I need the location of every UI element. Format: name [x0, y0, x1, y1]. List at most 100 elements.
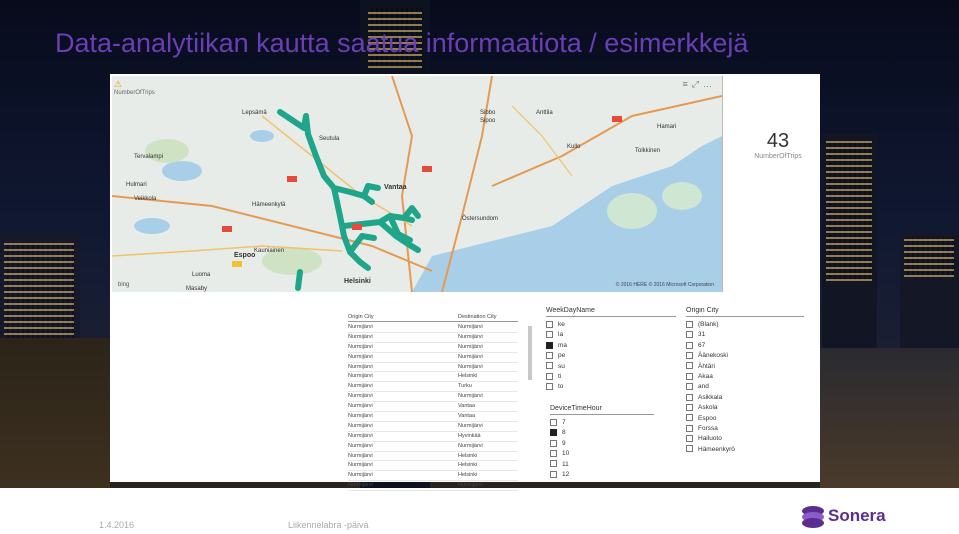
slicer-item-label: to: [558, 383, 564, 391]
checkbox[interactable]: [550, 418, 557, 426]
slicer-item-label: 67: [698, 341, 706, 349]
slicer-item-label: 10: [562, 450, 570, 458]
table-cell-origin: Nurmijärvi: [348, 392, 458, 403]
map-visual[interactable]: ⚠ NumberOfTrips ≡⤢… Lepsämä Seutula Sibb…: [112, 76, 723, 292]
map-place: Lepsämä: [242, 110, 267, 116]
map-place: Vantaa: [384, 184, 407, 191]
checkbox[interactable]: [546, 351, 553, 359]
table-cell-destination: Nurmijärvi: [458, 363, 518, 373]
slicer-item-label: (Blank): [698, 321, 719, 328]
checkbox[interactable]: [686, 414, 693, 422]
slicer-item-label: 8: [562, 429, 566, 437]
footer-date: 1.4.2016: [99, 520, 135, 530]
slicer-item[interactable]: Askola: [686, 403, 804, 413]
checkbox[interactable]: [546, 341, 553, 349]
checkbox[interactable]: [686, 393, 693, 401]
slicer-item-label: Äänekoski: [698, 352, 728, 360]
table-cell-origin: Nurmijärvi: [348, 382, 458, 393]
slicer-item[interactable]: 10: [550, 449, 654, 459]
table-cell-destination: Nurmijärvi: [458, 323, 518, 333]
slicer-item-label: ti: [558, 372, 562, 380]
checkbox[interactable]: [686, 351, 693, 359]
table-cell-origin: Nurmijärvi: [348, 402, 458, 413]
checkbox[interactable]: [686, 424, 693, 432]
slicer-item[interactable]: Äänekoski: [686, 351, 804, 361]
table-cell-origin: Nurmijärvi: [348, 372, 458, 383]
slicer-item[interactable]: 67: [686, 341, 804, 351]
slicer-item[interactable]: Forssa: [686, 424, 804, 434]
checkbox[interactable]: [550, 460, 557, 468]
checkbox[interactable]: [686, 331, 693, 339]
checkbox[interactable]: [550, 470, 557, 478]
checkbox[interactable]: [686, 341, 693, 349]
checkbox[interactable]: [546, 372, 553, 380]
slicer-title: WeekDayName: [546, 307, 676, 317]
checkbox[interactable]: [546, 362, 553, 370]
slicer-item[interactable]: 8: [550, 428, 654, 438]
slicer-title: DeviceTimeHour: [550, 405, 654, 415]
slicer-item-label: la: [558, 331, 564, 339]
card-value: 43: [766, 130, 790, 152]
kpi-card: 43 NumberOfTrips: [740, 130, 816, 160]
map-place: Kauniainen: [254, 248, 285, 254]
slicer-item[interactable]: su: [546, 362, 676, 372]
slicer-item[interactable]: Akaa: [686, 372, 804, 382]
report-panel: ⚠ NumberOfTrips ≡⤢… Lepsämä Seutula Sibb…: [110, 74, 820, 492]
slicer-item[interactable]: to: [546, 382, 676, 392]
checkbox[interactable]: [686, 435, 693, 443]
sonera-logo-icon: [802, 506, 824, 528]
map-toolbar[interactable]: ≡⤢…: [683, 79, 716, 90]
slicer-item[interactable]: and: [686, 382, 804, 392]
slicer-item[interactable]: 7: [550, 418, 654, 428]
checkbox[interactable]: [686, 362, 693, 370]
table-cell-destination: Vantaa: [458, 402, 518, 413]
checkbox[interactable]: [546, 331, 553, 339]
checkbox[interactable]: [546, 383, 553, 391]
map-attribution: © 2016 HERE © 2016 Microsoft Corporation: [615, 282, 714, 288]
table-cell-destination: Vantaa: [458, 412, 518, 422]
slicer-item-label: Akaa: [698, 372, 713, 380]
table-cell-origin: Nurmijärvi: [348, 363, 458, 373]
slicer-item[interactable]: la: [546, 330, 676, 340]
checkbox[interactable]: [546, 320, 553, 328]
checkbox[interactable]: [686, 383, 693, 391]
slicer-item[interactable]: Asikkala: [686, 393, 804, 403]
table-cell-destination: Nurmijärvi: [458, 392, 518, 403]
slicer-item[interactable]: ke: [546, 320, 676, 330]
slicer-item[interactable]: 12: [550, 470, 654, 480]
map-place: Hämeenkylä: [252, 202, 286, 208]
slicer-item[interactable]: 11: [550, 460, 654, 470]
slicer-item[interactable]: Hämeenkyrö: [686, 445, 804, 455]
checkbox[interactable]: [550, 429, 557, 437]
table-scrollbar[interactable]: [528, 326, 532, 380]
checkbox[interactable]: [686, 372, 693, 380]
slicer-item[interactable]: ma: [546, 341, 676, 351]
slicer-item-label: Asikkala: [698, 393, 723, 401]
street-lights: [0, 338, 110, 488]
slicer-item[interactable]: ti: [546, 372, 676, 382]
focus-mode-icon[interactable]: ⤢: [692, 79, 703, 89]
slicer-item[interactable]: Hailuoto: [686, 434, 804, 444]
column-header-destination[interactable]: Destination City: [458, 314, 518, 322]
slicer-item[interactable]: pe: [546, 351, 676, 361]
slicer-item[interactable]: Espoo: [686, 414, 804, 424]
checkbox[interactable]: [686, 403, 693, 411]
slicer-item-label: 11: [562, 460, 569, 468]
checkbox[interactable]: [550, 439, 557, 447]
slicer-item[interactable]: Ähtäri: [686, 362, 804, 372]
warning-icon[interactable]: ⚠: [114, 79, 122, 90]
map-place: Helsinki: [344, 278, 371, 285]
table-cell-destination: Helsinki: [458, 452, 518, 462]
more-options-icon[interactable]: …: [703, 79, 716, 89]
slicer-item[interactable]: 9: [550, 439, 654, 449]
checkbox[interactable]: [686, 445, 693, 453]
checkbox[interactable]: [550, 449, 557, 457]
drag-handle-icon[interactable]: ≡: [683, 79, 692, 89]
slicer-item[interactable]: 31: [686, 330, 804, 340]
trips-table[interactable]: Origin City Nurmijärvi Nurmijärvi Nurmijär…: [348, 314, 528, 492]
column-header-origin[interactable]: Origin City: [348, 314, 458, 322]
table-cell-destination: Hyvinkää: [458, 432, 518, 442]
checkbox[interactable]: [686, 320, 693, 328]
table-cell-destination: Nurmijärvi: [458, 343, 518, 353]
slicer-item[interactable]: (Blank): [686, 320, 804, 330]
